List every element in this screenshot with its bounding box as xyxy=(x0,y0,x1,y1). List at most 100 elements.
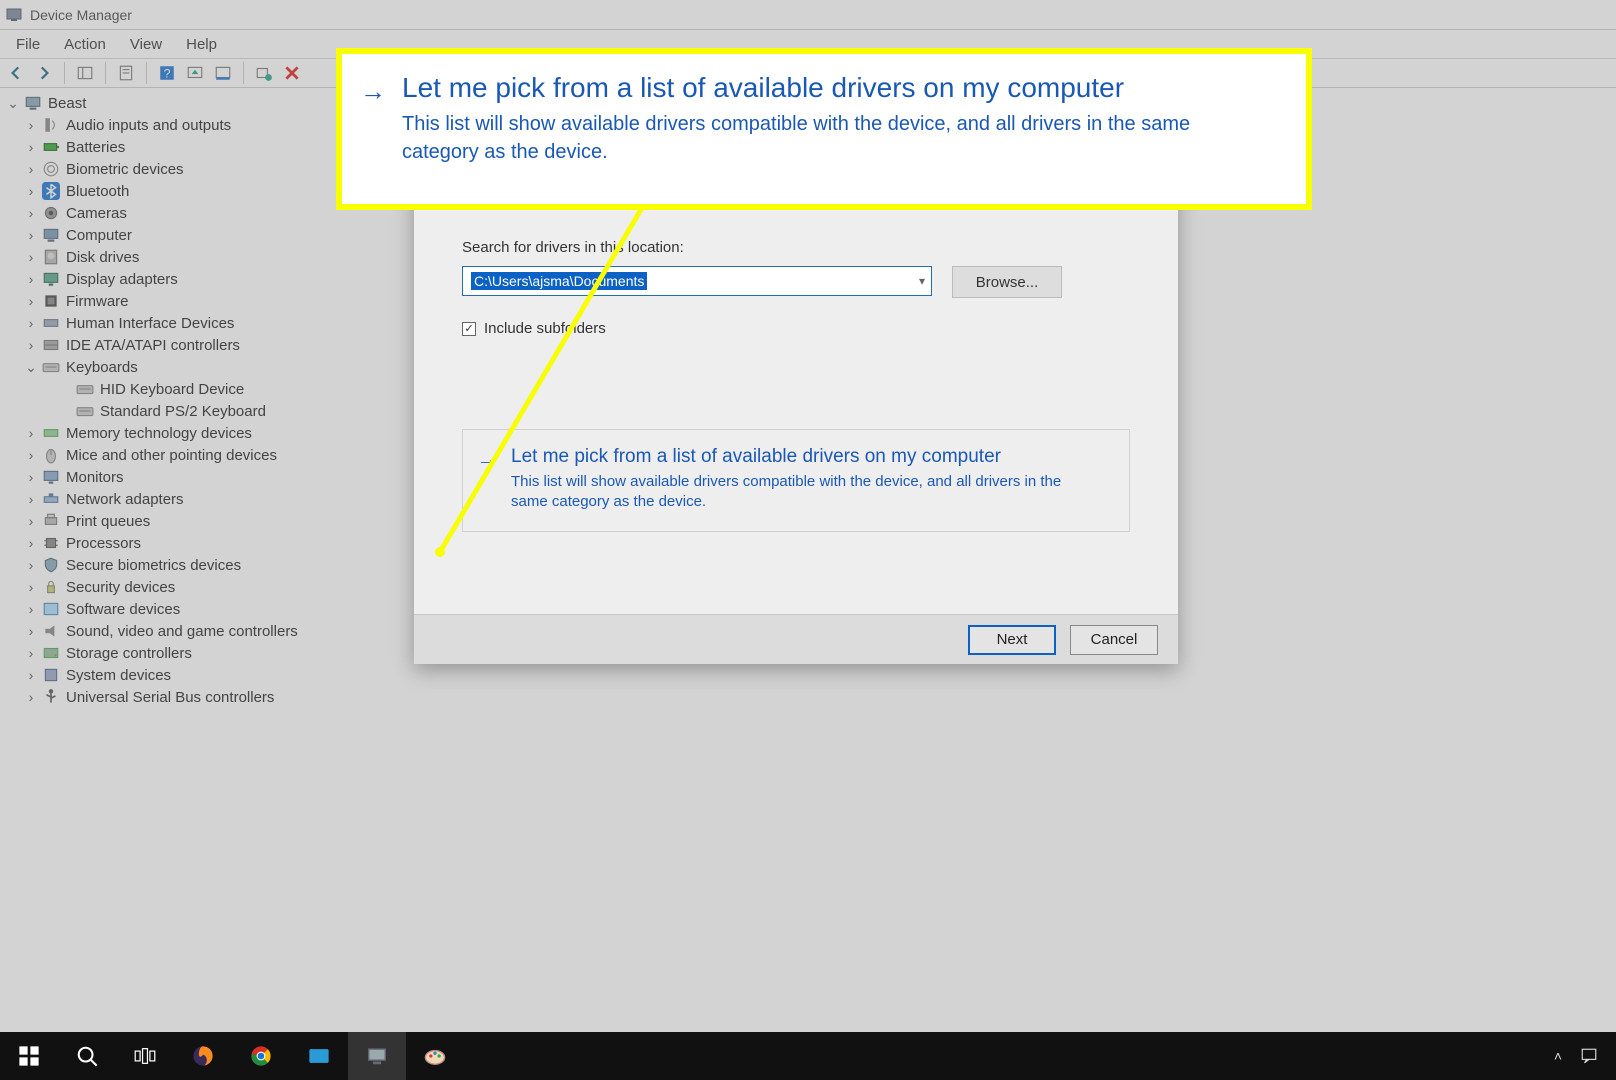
tree-node[interactable]: › Memory technology devices xyxy=(0,422,340,444)
tree-leaf[interactable]: HID Keyboard Device xyxy=(0,378,340,400)
scan-hardware-button[interactable] xyxy=(252,61,276,85)
disable-device-button[interactable] xyxy=(211,61,235,85)
expand-icon[interactable]: › xyxy=(24,492,38,506)
tree-node-label: Memory technology devices xyxy=(66,425,252,442)
tree-node[interactable]: ›Biometric devices xyxy=(0,158,340,180)
taskbar-chrome[interactable] xyxy=(232,1032,290,1080)
expand-icon[interactable]: › xyxy=(24,162,38,176)
include-subfolders-checkbox[interactable]: ✓ xyxy=(462,322,476,336)
expand-icon[interactable]: › xyxy=(24,118,38,132)
software-icon xyxy=(42,600,60,618)
uninstall-device-button[interactable] xyxy=(280,61,304,85)
taskbar-paint[interactable] xyxy=(406,1032,464,1080)
tree-node[interactable]: › Display adapters xyxy=(0,268,340,290)
expand-icon[interactable]: › xyxy=(24,580,38,594)
expand-icon[interactable]: › xyxy=(24,316,38,330)
forward-button[interactable] xyxy=(32,61,56,85)
expand-icon[interactable]: › xyxy=(24,646,38,660)
expand-icon[interactable]: › xyxy=(24,514,38,528)
tree-node[interactable]: ›Human Interface Devices xyxy=(0,312,340,334)
expand-icon[interactable]: › xyxy=(24,184,38,198)
secure-icon xyxy=(42,556,60,574)
menu-action[interactable]: Action xyxy=(52,32,118,57)
tree-leaf-label: HID Keyboard Device xyxy=(100,381,244,398)
taskbar-device-manager[interactable] xyxy=(348,1032,406,1080)
expand-icon[interactable]: › xyxy=(24,294,38,308)
properties-button[interactable] xyxy=(114,61,138,85)
tree-node[interactable]: ⌄Keyboards xyxy=(0,356,340,378)
tree-node[interactable]: › Sound, video and game controllers xyxy=(0,620,340,642)
location-combobox[interactable]: C:\Users\ajsma\Documents ▾ xyxy=(462,266,932,296)
tree-node[interactable]: › IDE ATA/ATAPI controllers xyxy=(0,334,340,356)
tree-node[interactable]: ›Monitors xyxy=(0,466,340,488)
browse-button[interactable]: Browse... xyxy=(952,266,1062,298)
update-driver-button[interactable] xyxy=(183,61,207,85)
taskbar[interactable]: ˄ xyxy=(0,1032,1616,1080)
tree-node[interactable]: ›Secure biometrics devices xyxy=(0,554,340,576)
expand-icon[interactable]: › xyxy=(24,250,38,264)
tree-node[interactable]: ›System devices xyxy=(0,664,340,686)
tree-node-label: Display adapters xyxy=(66,271,178,288)
menu-file[interactable]: File xyxy=(4,32,52,57)
expand-icon[interactable]: › xyxy=(24,624,38,638)
collapse-icon[interactable]: ⌄ xyxy=(24,360,38,374)
task-view-button[interactable] xyxy=(116,1032,174,1080)
expand-icon[interactable]: › xyxy=(24,448,38,462)
next-button[interactable]: Next xyxy=(968,625,1056,655)
tree-node[interactable]: ›Batteries xyxy=(0,136,340,158)
show-hide-tree-button[interactable] xyxy=(73,61,97,85)
expand-icon[interactable]: › xyxy=(24,690,38,704)
tree-leaf[interactable]: Standard PS/2 Keyboard xyxy=(0,400,340,422)
taskbar-app-blue[interactable] xyxy=(290,1032,348,1080)
expand-icon[interactable]: › xyxy=(24,470,38,484)
tree-node[interactable]: ›Processors xyxy=(0,532,340,554)
tree-node[interactable]: ›Computer xyxy=(0,224,340,246)
expand-icon[interactable]: › xyxy=(24,338,38,352)
tree-node[interactable]: ›Print queues xyxy=(0,510,340,532)
tree-node[interactable]: ›Bluetooth xyxy=(0,180,340,202)
tree-node[interactable]: ›Audio inputs and outputs xyxy=(0,114,340,136)
tree-node[interactable]: ›Mice and other pointing devices xyxy=(0,444,340,466)
expand-icon[interactable]: › xyxy=(24,272,38,286)
callout-title: Let me pick from a list of available dri… xyxy=(402,72,1272,104)
tree-node[interactable]: ›Network adapters xyxy=(0,488,340,510)
expand-icon[interactable]: › xyxy=(24,536,38,550)
tree-node-label: IDE ATA/ATAPI controllers xyxy=(66,337,240,354)
menu-view[interactable]: View xyxy=(118,32,174,57)
expand-icon[interactable]: › xyxy=(24,602,38,616)
expand-icon[interactable]: › xyxy=(24,558,38,572)
keyboard-icon xyxy=(76,402,94,420)
tree-node[interactable]: ›Disk drives xyxy=(0,246,340,268)
expand-icon[interactable]: › xyxy=(24,668,38,682)
tree-node[interactable]: ›Security devices xyxy=(0,576,340,598)
tree-node[interactable]: ›Firmware xyxy=(0,290,340,312)
location-path: C:\Users\ajsma\Documents xyxy=(471,272,647,290)
monitor-icon xyxy=(42,468,60,486)
expand-icon[interactable]: › xyxy=(24,206,38,220)
search-button[interactable] xyxy=(58,1032,116,1080)
tree-node[interactable]: ›Cameras xyxy=(0,202,340,224)
start-button[interactable] xyxy=(0,1032,58,1080)
tree-node[interactable]: ›Storage controllers xyxy=(0,642,340,664)
tree-node[interactable]: ›Universal Serial Bus controllers xyxy=(0,686,340,708)
svg-text:?: ? xyxy=(164,67,171,81)
expand-icon[interactable]: › xyxy=(24,228,38,242)
tree-root[interactable]: ⌄ Beast xyxy=(0,92,340,114)
help-button[interactable]: ? xyxy=(155,61,179,85)
expand-icon[interactable]: › xyxy=(24,140,38,154)
back-button[interactable] xyxy=(4,61,28,85)
tray-overflow-icon[interactable]: ˄ xyxy=(1554,1048,1562,1064)
action-center-icon[interactable] xyxy=(1580,1047,1598,1065)
location-label: Search for drivers in this location: xyxy=(462,239,1130,256)
pick-from-list-option[interactable]: → Let me pick from a list of available d… xyxy=(462,429,1130,532)
battery-icon xyxy=(42,138,60,156)
tree-node[interactable]: ›Software devices xyxy=(0,598,340,620)
cancel-button[interactable]: Cancel xyxy=(1070,625,1158,655)
device-tree[interactable]: ⌄ Beast ›Audio inputs and outputs›Batter… xyxy=(0,88,340,1032)
chevron-down-icon[interactable]: ▾ xyxy=(919,274,925,288)
expand-icon[interactable]: › xyxy=(24,426,38,440)
tree-node-label: Sound, video and game controllers xyxy=(66,623,298,640)
collapse-icon[interactable]: ⌄ xyxy=(6,96,20,110)
taskbar-firefox[interactable] xyxy=(174,1032,232,1080)
menu-help[interactable]: Help xyxy=(174,32,229,57)
